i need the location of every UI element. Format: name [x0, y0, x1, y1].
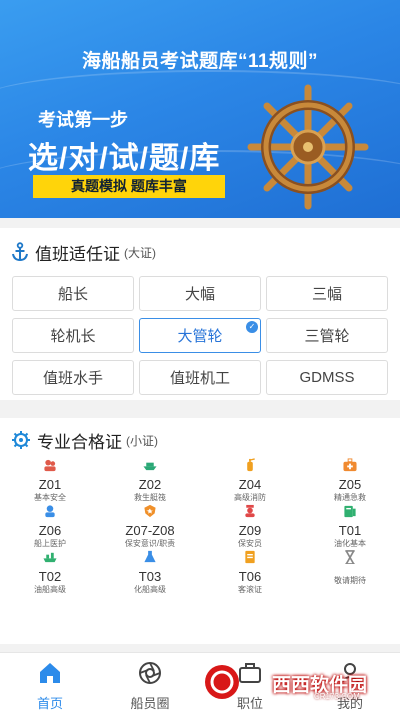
cert-option[interactable]: 三管轮 [266, 318, 388, 353]
check-icon: ✓ [246, 321, 258, 333]
cert-code: Z02 [138, 477, 162, 492]
cert-code: Z04 [238, 477, 262, 492]
tanker-icon [342, 504, 358, 523]
cert-code: Z01 [38, 477, 62, 492]
medical-staff-icon [42, 504, 58, 523]
pro-cert-grid: Z01 基本安全 Z02 救生艇筏 Z04 高级消防 Z05 精通急救 Z06 船上医护 Z07-Z… [0, 454, 400, 594]
cert-option[interactable]: 船长 [12, 276, 134, 311]
ship-wheel-small-icon [12, 431, 30, 449]
cert-option-label: 值班机工 [169, 370, 230, 387]
cert-option-label: 三幅 [311, 286, 342, 303]
cert-option[interactable]: GDMSS [266, 360, 388, 395]
cert-code: Z05 [338, 477, 362, 492]
banner-slogan: 选/对/试/题/库 [28, 142, 221, 175]
nav-item-label: 首页 [36, 696, 63, 710]
home-icon [38, 661, 62, 690]
cert-item[interactable]: Z06 船上医护 [0, 500, 100, 548]
ship-wheel-icon [247, 84, 369, 210]
cert-option-label: GDMSS [299, 369, 355, 386]
nav-item[interactable]: 船员圈 [100, 653, 200, 710]
section-subtitle: (大证) [124, 245, 156, 260]
cert-option[interactable]: 大管轮 ✓ [139, 318, 261, 353]
anchor-icon [12, 242, 28, 262]
cert-item[interactable]: Z09 保安员 [200, 500, 300, 548]
oil-tanker-icon [42, 550, 58, 569]
nav-item-label: 船员圈 [130, 696, 170, 710]
cert-item[interactable]: T06 客滚证 [200, 546, 300, 594]
cert-option[interactable]: 轮机长 [12, 318, 134, 353]
watch-cert-grid: 船长 大幅 三幅轮机长 大管轮 ✓ 三管轮值班水手 值班机工 GDMSS [12, 276, 388, 395]
hourglass-icon [342, 550, 358, 569]
cert-option-label: 值班水手 [42, 370, 103, 387]
cert-item[interactable]: Z02 救生艇筏 [100, 454, 200, 502]
cert-item[interactable]: Z05 精通急救 [300, 454, 400, 502]
pro-cert-section: 专业合格证 (小证) Z01 基本安全 Z02 救生艇筏 Z04 高级消防 Z05 精通急救 Z… [0, 418, 400, 644]
cert-option-label: 船长 [57, 286, 88, 303]
cert-desc: 油船高级 [34, 585, 66, 594]
security-badge-icon [142, 504, 158, 523]
cert-code: T01 [338, 523, 362, 538]
people-icon [42, 458, 58, 477]
watermark-url: CR173.COM [314, 692, 360, 701]
cert-item[interactable]: Z01 基本安全 [0, 454, 100, 502]
cert-option-label: 轮机长 [50, 328, 96, 345]
cert-option-label: 大幅 [184, 286, 215, 303]
security-guard-icon [242, 504, 258, 523]
cert-code: T03 [138, 569, 162, 584]
cert-desc: 敬请期待 [334, 576, 366, 585]
cert-desc: 化船高级 [134, 585, 166, 594]
cert-option[interactable]: 大幅 [139, 276, 261, 311]
cert-code: Z07-Z08 [125, 523, 175, 538]
section-header: 专业合格证 (小证) [11, 428, 158, 452]
cert-item[interactable]: T01 油化基本 [300, 500, 400, 548]
section-title: 值班适任证 [35, 244, 120, 264]
cert-item[interactable]: T02 油船高级 [0, 546, 100, 594]
flask-icon [142, 550, 158, 569]
first-aid-kit-icon [342, 458, 358, 477]
cert-code: T06 [238, 569, 262, 584]
cert-code: T02 [38, 569, 62, 584]
watch-cert-section: 值班适任证 (大证) 船长 大幅 三幅轮机长 大管轮 ✓ 三管轮值班水手 值班机工 GDMSS [0, 228, 400, 400]
cert-option[interactable]: 值班机工 [139, 360, 261, 395]
cert-item[interactable]: Z04 高级消防 [200, 454, 300, 502]
cert-option[interactable]: 三幅 [266, 276, 388, 311]
promo-banner[interactable]: 海船船员考试题库“11规则” 考试第一步 选/对/试/题/库 真题模拟 题库丰富 [0, 0, 400, 218]
lifeboat-icon [142, 458, 158, 477]
cert-item[interactable]: 敬请期待 [300, 546, 400, 592]
aperture-icon [138, 661, 162, 690]
cert-item[interactable]: Z07-Z08 保安意识/职责 [100, 500, 200, 548]
certificate-icon [242, 550, 258, 569]
banner-subtitle: 考试第一步 [38, 110, 128, 130]
cert-code: Z09 [238, 523, 262, 538]
section-subtitle: (小证) [126, 433, 158, 448]
banner-tag: 真题模拟 题库丰富 [33, 175, 225, 198]
cert-option[interactable]: 值班水手 [12, 360, 134, 395]
nav-item[interactable]: 首页 [0, 653, 100, 710]
cert-item[interactable]: T03 化船高级 [100, 546, 200, 594]
section-title: 专业合格证 [37, 432, 122, 452]
cert-desc: 客滚证 [238, 585, 262, 594]
cert-option-label: 大管轮 [177, 328, 223, 345]
cert-code: Z06 [38, 523, 62, 538]
banner-title: 海船船员考试题库“11规则” [81, 51, 319, 72]
fire-extinguisher-icon [242, 458, 258, 477]
cert-option-label: 三管轮 [304, 328, 350, 345]
section-header: 值班适任证 (大证) [11, 240, 156, 264]
